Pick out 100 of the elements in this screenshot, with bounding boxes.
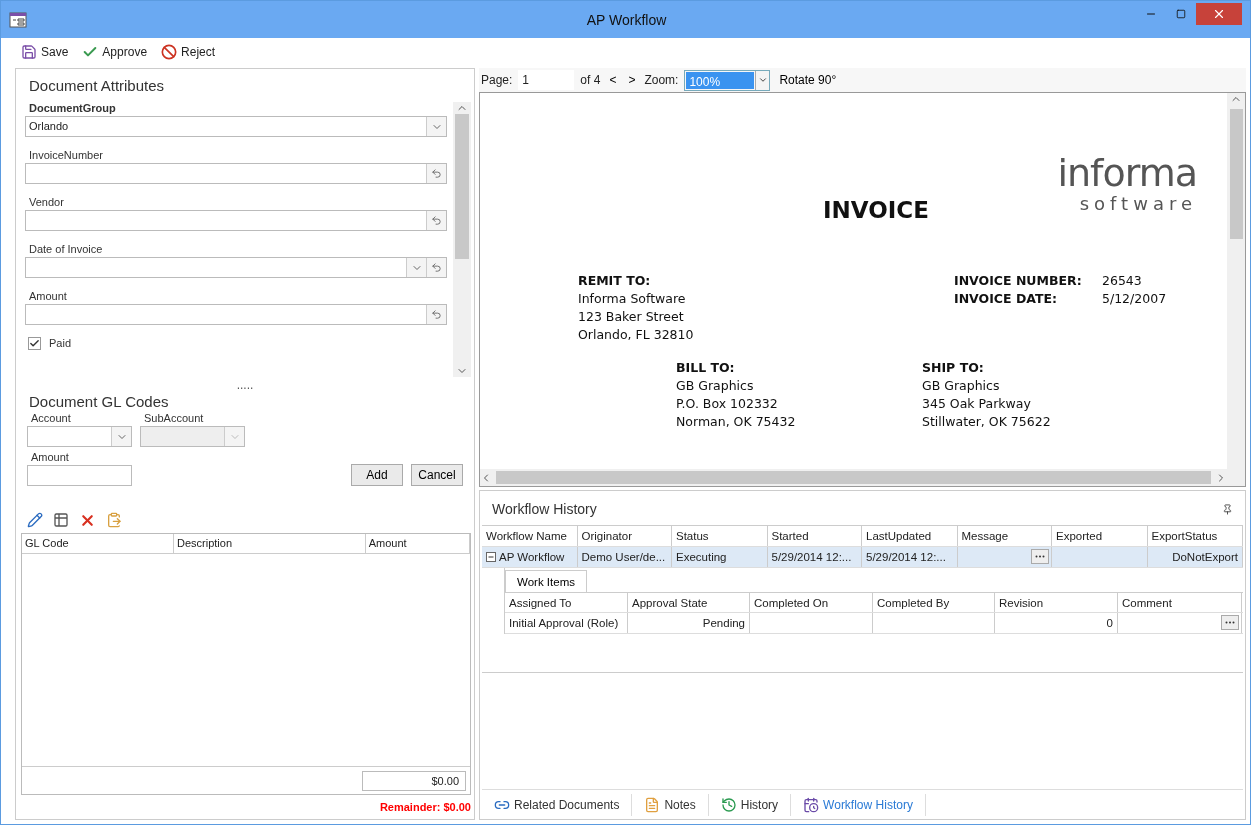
collapse-toggle[interactable] (486, 552, 496, 562)
field-label: Amount (28, 290, 67, 302)
panel-tab[interactable]: History (708, 793, 792, 816)
work-items-tab[interactable]: Work Items (505, 570, 587, 592)
cancel-button[interactable]: Cancel (411, 464, 463, 486)
ellipsis-button[interactable] (1031, 549, 1049, 564)
table-cell: 5/29/2014 12:... (771, 551, 852, 563)
pencil-icon[interactable] (27, 512, 43, 528)
undo-icon (431, 309, 442, 320)
reject-button[interactable]: Reject (159, 42, 218, 62)
table-cell: AP Workflow (499, 551, 565, 563)
scrollbar[interactable] (1227, 93, 1245, 469)
table-cell: Demo User/de... (581, 551, 666, 563)
panel-title: Workflow History (492, 501, 597, 517)
bill-to-label: BILL TO: (676, 360, 736, 375)
window-title: AP Workflow (585, 11, 668, 28)
approve-button[interactable]: Approve (80, 42, 150, 62)
column-header: Message (957, 526, 1052, 546)
field-label: DocumentGroup (28, 102, 116, 114)
field-label: Paid (48, 337, 72, 349)
address-line: Informa Software (578, 291, 687, 306)
input-field[interactable] (25, 210, 447, 231)
address-line: GB Graphics (922, 378, 1001, 393)
address-line: 123 Baker Street (578, 309, 685, 324)
rotate-button[interactable]: Rotate 90° (776, 73, 840, 87)
undo-icon (431, 168, 442, 179)
table-cell: Pending (702, 617, 745, 629)
section-title: Document Attributes (28, 77, 166, 94)
table-cell: Initial Approval (Role) (509, 617, 619, 629)
table-cell: 5/29/2014 12:... (866, 551, 946, 563)
address-line: Norman, OK 75432 (676, 414, 797, 429)
column-header: Assigned To (505, 593, 628, 612)
total-amount: $0.00 (362, 770, 466, 791)
address-line: P.O. Box 102332 (676, 396, 779, 411)
save-icon (21, 44, 37, 60)
close-button[interactable] (1196, 2, 1242, 25)
column-header: GL Code (22, 534, 174, 553)
chevron-down-icon (757, 75, 768, 85)
page-count: of 4 (580, 73, 601, 87)
app-icon (9, 11, 27, 28)
panel-tab[interactable]: Related Documents (482, 793, 633, 816)
table-cell: 0 (1106, 617, 1113, 629)
column-header: Started (767, 526, 862, 546)
logo-text: informa (1057, 153, 1197, 193)
dropdown-field[interactable]: Orlando (25, 116, 447, 137)
panel-tab[interactable]: Notes (632, 793, 709, 816)
column-header: Revision (995, 593, 1118, 612)
history-icon (720, 796, 737, 813)
ellipsis-icon (1225, 621, 1235, 624)
remainder-text: Remainder: $0.00 (379, 800, 471, 815)
table-row[interactable]: AP Workflow Demo User/de... Executing 5/29/2014 12:... 5/29/2014 12:... DoNotExport (482, 547, 1243, 568)
column-header: ExportStatus (1147, 526, 1243, 546)
ship-to-label: SHIP TO: (922, 360, 985, 375)
ellipsis-button[interactable] (1221, 615, 1239, 630)
input-field[interactable] (27, 465, 132, 486)
next-page-button[interactable]: > (625, 73, 639, 87)
paste-icon[interactable] (106, 512, 122, 528)
panel-tab[interactable]: Workflow History (791, 793, 926, 816)
section-title: Document GL Codes (28, 393, 170, 410)
invoice-number-label: INVOICE NUMBER: (954, 273, 1083, 288)
invoice-number: 26543 (1102, 273, 1143, 288)
page-label: Page: (481, 73, 513, 87)
field-label: Amount (30, 451, 69, 463)
ellipsis-icon (1035, 555, 1045, 558)
invoice-title: INVOICE (823, 197, 929, 223)
invoice-date-label: INVOICE DATE: (954, 291, 1059, 306)
field-label: Account (30, 412, 71, 424)
address-line: Stillwater, OK 75622 (922, 414, 1051, 429)
pin-icon[interactable] (1222, 503, 1233, 515)
address-line: Orlando, FL 32810 (578, 327, 694, 342)
field-label: Date of Invoice (28, 243, 103, 255)
input-field[interactable] (25, 304, 447, 325)
no-entry-icon (161, 44, 178, 60)
input-field[interactable] (25, 163, 447, 184)
logo-text: software (1079, 193, 1197, 214)
dropdown-field[interactable] (25, 257, 447, 278)
paid-checkbox[interactable] (28, 337, 41, 350)
invoice-date: 5/12/2007 (1102, 291, 1168, 306)
scrollbar[interactable] (453, 102, 471, 377)
remit-to-label: REMIT TO: (578, 273, 652, 288)
zoom-label: Zoom: (644, 73, 679, 87)
column-header: Exported (1052, 526, 1148, 546)
column-header: Originator (577, 526, 672, 546)
previous-page-button[interactable]: < (606, 73, 620, 87)
page-input[interactable]: 1 (518, 70, 575, 90)
table-cell: Executing (676, 551, 727, 563)
column-header: LastUpdated (862, 526, 958, 546)
column-header: Completed By (873, 593, 995, 612)
notes-icon (644, 796, 661, 813)
dropdown-field[interactable] (27, 426, 132, 447)
save-button[interactable]: Save (19, 42, 71, 62)
add-button[interactable]: Add (351, 464, 403, 486)
maximize-icon (1176, 8, 1186, 19)
calendar-clock-icon (803, 796, 820, 813)
scrollbar[interactable] (480, 469, 1245, 486)
delete-icon[interactable] (79, 512, 96, 529)
address-line: 345 Oak Parkway (922, 396, 1032, 411)
field-label: Vendor (28, 196, 64, 208)
undo-icon (431, 215, 442, 226)
column-header: Completed On (750, 593, 873, 612)
